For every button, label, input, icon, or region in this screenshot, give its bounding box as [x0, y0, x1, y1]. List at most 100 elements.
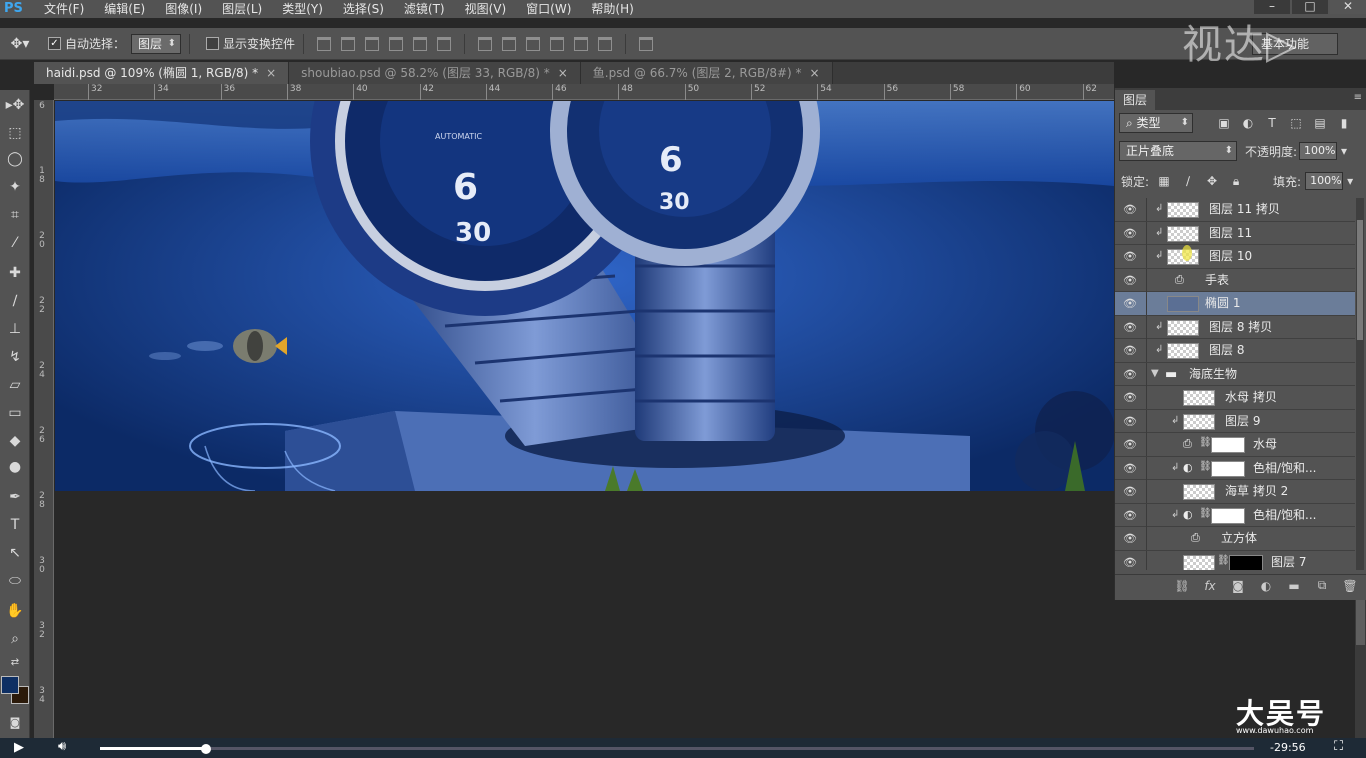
path-select-tool-icon[interactable]: ↖	[3, 542, 27, 564]
eyedropper-tool-icon[interactable]: ⁄	[3, 232, 27, 254]
group-expand-icon[interactable]: ▼	[1151, 368, 1159, 379]
visibility-eye-icon[interactable]: 👁︎	[1119, 292, 1141, 315]
lasso-tool-icon[interactable]: ◯	[3, 148, 27, 170]
new-adjustment-icon[interactable]: ◐	[1255, 579, 1277, 593]
new-layer-icon[interactable]: ⧉	[1311, 578, 1333, 593]
layer-row[interactable]: 👁︎ ↲ 图层 11 拷贝	[1115, 198, 1355, 222]
distribute-hcenter-icon[interactable]	[574, 36, 589, 51]
volume-icon[interactable]: 🔊︎	[58, 739, 66, 754]
layer-row[interactable]: 👁︎ ↲ 图层 11	[1115, 221, 1355, 245]
visibility-eye-icon[interactable]: 👁︎	[1119, 410, 1141, 433]
auto-select-checkbox[interactable]: ✓	[48, 37, 61, 50]
layer-filter-dropdown[interactable]: ⌕ 类型	[1119, 113, 1193, 133]
opacity-dropdown-icon[interactable]: ▾	[1337, 144, 1351, 158]
hand-tool-icon[interactable]: ✋	[3, 600, 27, 622]
filter-adjustment-icon[interactable]: ◐	[1239, 116, 1257, 130]
menu-item[interactable]: 编辑(E)	[94, 0, 155, 18]
filter-shape-icon[interactable]: ⬚	[1287, 116, 1305, 130]
opacity-input[interactable]: 100%	[1299, 142, 1338, 160]
crop-tool-icon[interactable]: ⌗	[3, 204, 27, 226]
layer-row[interactable]: 👁︎ ⎙ 立方体	[1115, 527, 1355, 551]
layer-row[interactable]: 👁︎ ↲ ◐ ⛓ 色相/饱和...	[1115, 456, 1355, 480]
lock-pixels-icon[interactable]: ∕	[1179, 174, 1197, 188]
fill-dropdown-icon[interactable]: ▾	[1343, 174, 1357, 188]
align-hcenter-icon[interactable]	[413, 36, 428, 51]
canvas-image[interactable]: 6 30 AUTOMATIC 6 30	[55, 101, 1114, 491]
history-brush-icon[interactable]: ↯	[3, 346, 27, 368]
zoom-tool-icon[interactable]: ⌕	[3, 628, 27, 650]
quick-mask-icon[interactable]: ◙	[3, 712, 27, 734]
healing-tool-icon[interactable]: ✚	[3, 262, 27, 284]
document-tab[interactable]: haidi.psd @ 109% (椭圆 1, RGB/8) * ×	[34, 62, 290, 84]
visibility-eye-icon[interactable]: 👁︎	[1119, 198, 1141, 221]
tab-close-icon[interactable]: ×	[266, 66, 276, 80]
layer-row[interactable]: 👁︎ ⎙ 手表	[1115, 268, 1355, 292]
link-layers-icon[interactable]: ⛓	[1171, 579, 1193, 593]
ellipse-tool-icon[interactable]: ⬭	[3, 570, 27, 592]
distribute-left-icon[interactable]	[550, 36, 565, 51]
layer-list-scrollbar[interactable]	[1356, 198, 1364, 570]
move-tool-preset-icon[interactable]: ✥▾	[0, 36, 40, 52]
filter-toggle-icon[interactable]: ▮	[1335, 116, 1353, 130]
filter-type-icon[interactable]: T	[1263, 116, 1281, 130]
tab-close-icon[interactable]: ×	[558, 66, 568, 80]
blend-mode-dropdown[interactable]: 正片叠底	[1119, 141, 1237, 161]
visibility-eye-icon[interactable]: 👁︎	[1119, 339, 1141, 362]
tab-close-icon[interactable]: ×	[810, 66, 820, 80]
visibility-eye-icon[interactable]: 👁︎	[1119, 480, 1141, 503]
layer-row[interactable]: 👁︎ ↲ 图层 8	[1115, 339, 1355, 363]
show-transform-checkbox[interactable]	[206, 37, 220, 50]
visibility-eye-icon[interactable]: 👁︎	[1119, 433, 1141, 456]
visibility-eye-icon[interactable]: 👁︎	[1119, 269, 1141, 292]
mask-link-icon[interactable]: ⛓	[1199, 508, 1212, 519]
lock-position-icon[interactable]: ✥	[1203, 174, 1221, 188]
menu-item[interactable]: 滤镜(T)	[394, 0, 455, 18]
menu-item[interactable]: 图像(I)	[155, 0, 212, 18]
document-tab[interactable]: shoubiao.psd @ 58.2% (图层 33, RGB/8) * ×	[289, 62, 581, 84]
gradient-tool-icon[interactable]: ▭	[3, 402, 27, 424]
layer-row[interactable]: 👁︎ 海草 拷贝 2	[1115, 480, 1355, 504]
layer-row[interactable]: 👁︎ ↲ 图层 8 拷贝	[1115, 315, 1355, 339]
visibility-eye-icon[interactable]: 👁︎	[1119, 222, 1141, 245]
layers-tab[interactable]: 图层	[1115, 90, 1156, 110]
distribute-top-icon[interactable]	[478, 36, 493, 51]
visibility-eye-icon[interactable]: 👁︎	[1119, 363, 1141, 386]
layer-row[interactable]: 👁︎ ↲ 图层 9	[1115, 409, 1355, 433]
mask-link-icon[interactable]: ⛓	[1217, 555, 1230, 566]
panel-menu-icon[interactable]: ≡	[1354, 92, 1362, 103]
quick-select-tool-icon[interactable]: ✦	[3, 176, 27, 198]
layer-row[interactable]: 👁︎ 水母 拷贝	[1115, 386, 1355, 410]
dodge-tool-icon[interactable]: ●	[3, 456, 27, 478]
visibility-eye-icon[interactable]: 👁︎	[1119, 245, 1141, 268]
canvas-vertical-scrollbar[interactable]	[1355, 600, 1366, 740]
delete-layer-icon[interactable]: 🗑︎	[1339, 579, 1361, 593]
layer-row[interactable]: 👁︎ ↲ 图层 10	[1115, 245, 1355, 269]
align-bottom-icon[interactable]	[365, 36, 380, 51]
scrollbar-thumb[interactable]	[1356, 600, 1365, 645]
align-right-icon[interactable]	[437, 36, 452, 51]
brush-tool-icon[interactable]: ∕	[3, 290, 27, 312]
visibility-eye-icon[interactable]: 👁︎	[1119, 457, 1141, 480]
layer-row[interactable]: 👁︎ ⛓ 图层 7	[1115, 550, 1355, 570]
visibility-eye-icon[interactable]: 👁︎	[1119, 527, 1141, 550]
layer-mask-thumbnail[interactable]	[1211, 460, 1245, 477]
layer-row[interactable]: 👁︎ ▼ ▬ 海底生物	[1115, 362, 1355, 386]
video-progress-bar[interactable]	[100, 744, 1254, 754]
marquee-tool-icon[interactable]: ⬚	[3, 122, 27, 144]
pen-tool-icon[interactable]: ✒	[3, 486, 27, 508]
foreground-color-swatch[interactable]	[1, 676, 19, 694]
move-tool-icon[interactable]: ▸✥	[3, 94, 27, 116]
swap-colors-icon[interactable]: ⇄	[3, 652, 27, 674]
layer-mask-thumbnail[interactable]	[1229, 554, 1263, 570]
blur-tool-icon[interactable]: ◆	[3, 430, 27, 452]
distribute-bottom-icon[interactable]	[526, 36, 541, 51]
lock-all-icon[interactable]: 🔒︎	[1227, 174, 1245, 189]
visibility-eye-icon[interactable]: 👁︎	[1119, 316, 1141, 339]
stamp-tool-icon[interactable]: ⊥	[3, 318, 27, 340]
menu-item[interactable]: 帮助(H)	[581, 0, 643, 18]
auto-select-target-dropdown[interactable]: 图层	[131, 33, 182, 54]
menu-item[interactable]: 选择(S)	[333, 0, 394, 18]
align-top-icon[interactable]	[317, 36, 332, 51]
layer-style-icon[interactable]: fx	[1199, 579, 1221, 593]
document-tab[interactable]: 鱼.psd @ 66.7% (图层 2, RGB/8#) * ×	[580, 62, 833, 84]
